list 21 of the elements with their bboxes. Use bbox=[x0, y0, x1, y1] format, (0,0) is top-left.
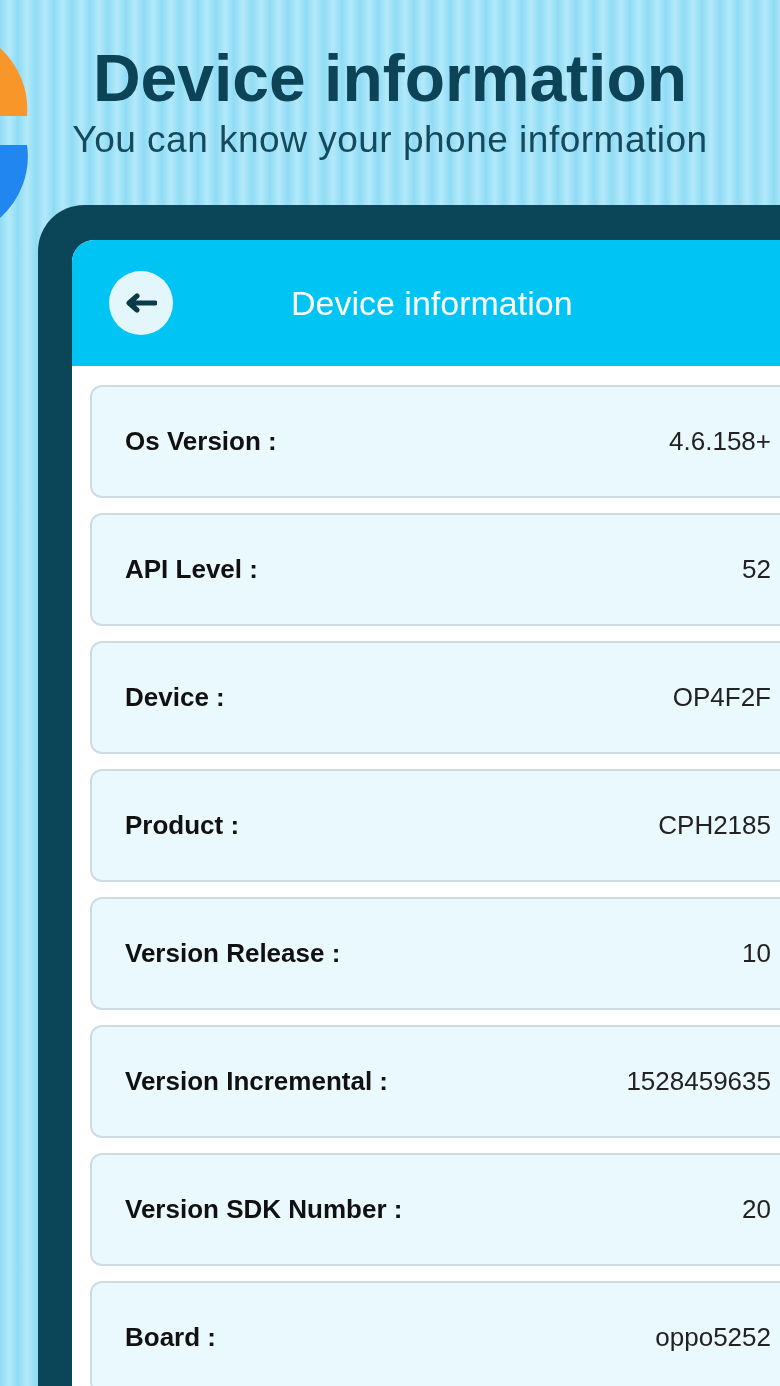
info-value: OP4F2F bbox=[672, 681, 771, 714]
info-label: Version SDK Number : bbox=[125, 1193, 403, 1226]
promo-title: Device information bbox=[92, 40, 688, 117]
info-label: Device : bbox=[125, 681, 225, 714]
info-label: Product : bbox=[125, 809, 240, 842]
info-label: Version Release : bbox=[125, 937, 341, 970]
info-value: 20 bbox=[742, 1193, 771, 1226]
info-label: Version Incremental : bbox=[125, 1065, 388, 1098]
info-label: Os Version : bbox=[125, 425, 277, 458]
info-label: API Level : bbox=[125, 553, 258, 586]
app-bar-title: Device information bbox=[291, 282, 573, 324]
info-value: 1528459635 bbox=[626, 1065, 771, 1098]
promo-subtitle: You can know your phone information bbox=[72, 118, 708, 162]
info-label: Board : bbox=[125, 1321, 216, 1354]
info-value: 10 bbox=[742, 937, 771, 970]
back-icon bbox=[125, 293, 157, 313]
info-value: 4.6.158+ bbox=[669, 425, 771, 458]
info-value: 52 bbox=[742, 553, 771, 586]
info-value: oppo5252 bbox=[655, 1321, 771, 1354]
info-value: CPH2185 bbox=[658, 809, 771, 842]
logo-icon bbox=[0, 48, 28, 218]
